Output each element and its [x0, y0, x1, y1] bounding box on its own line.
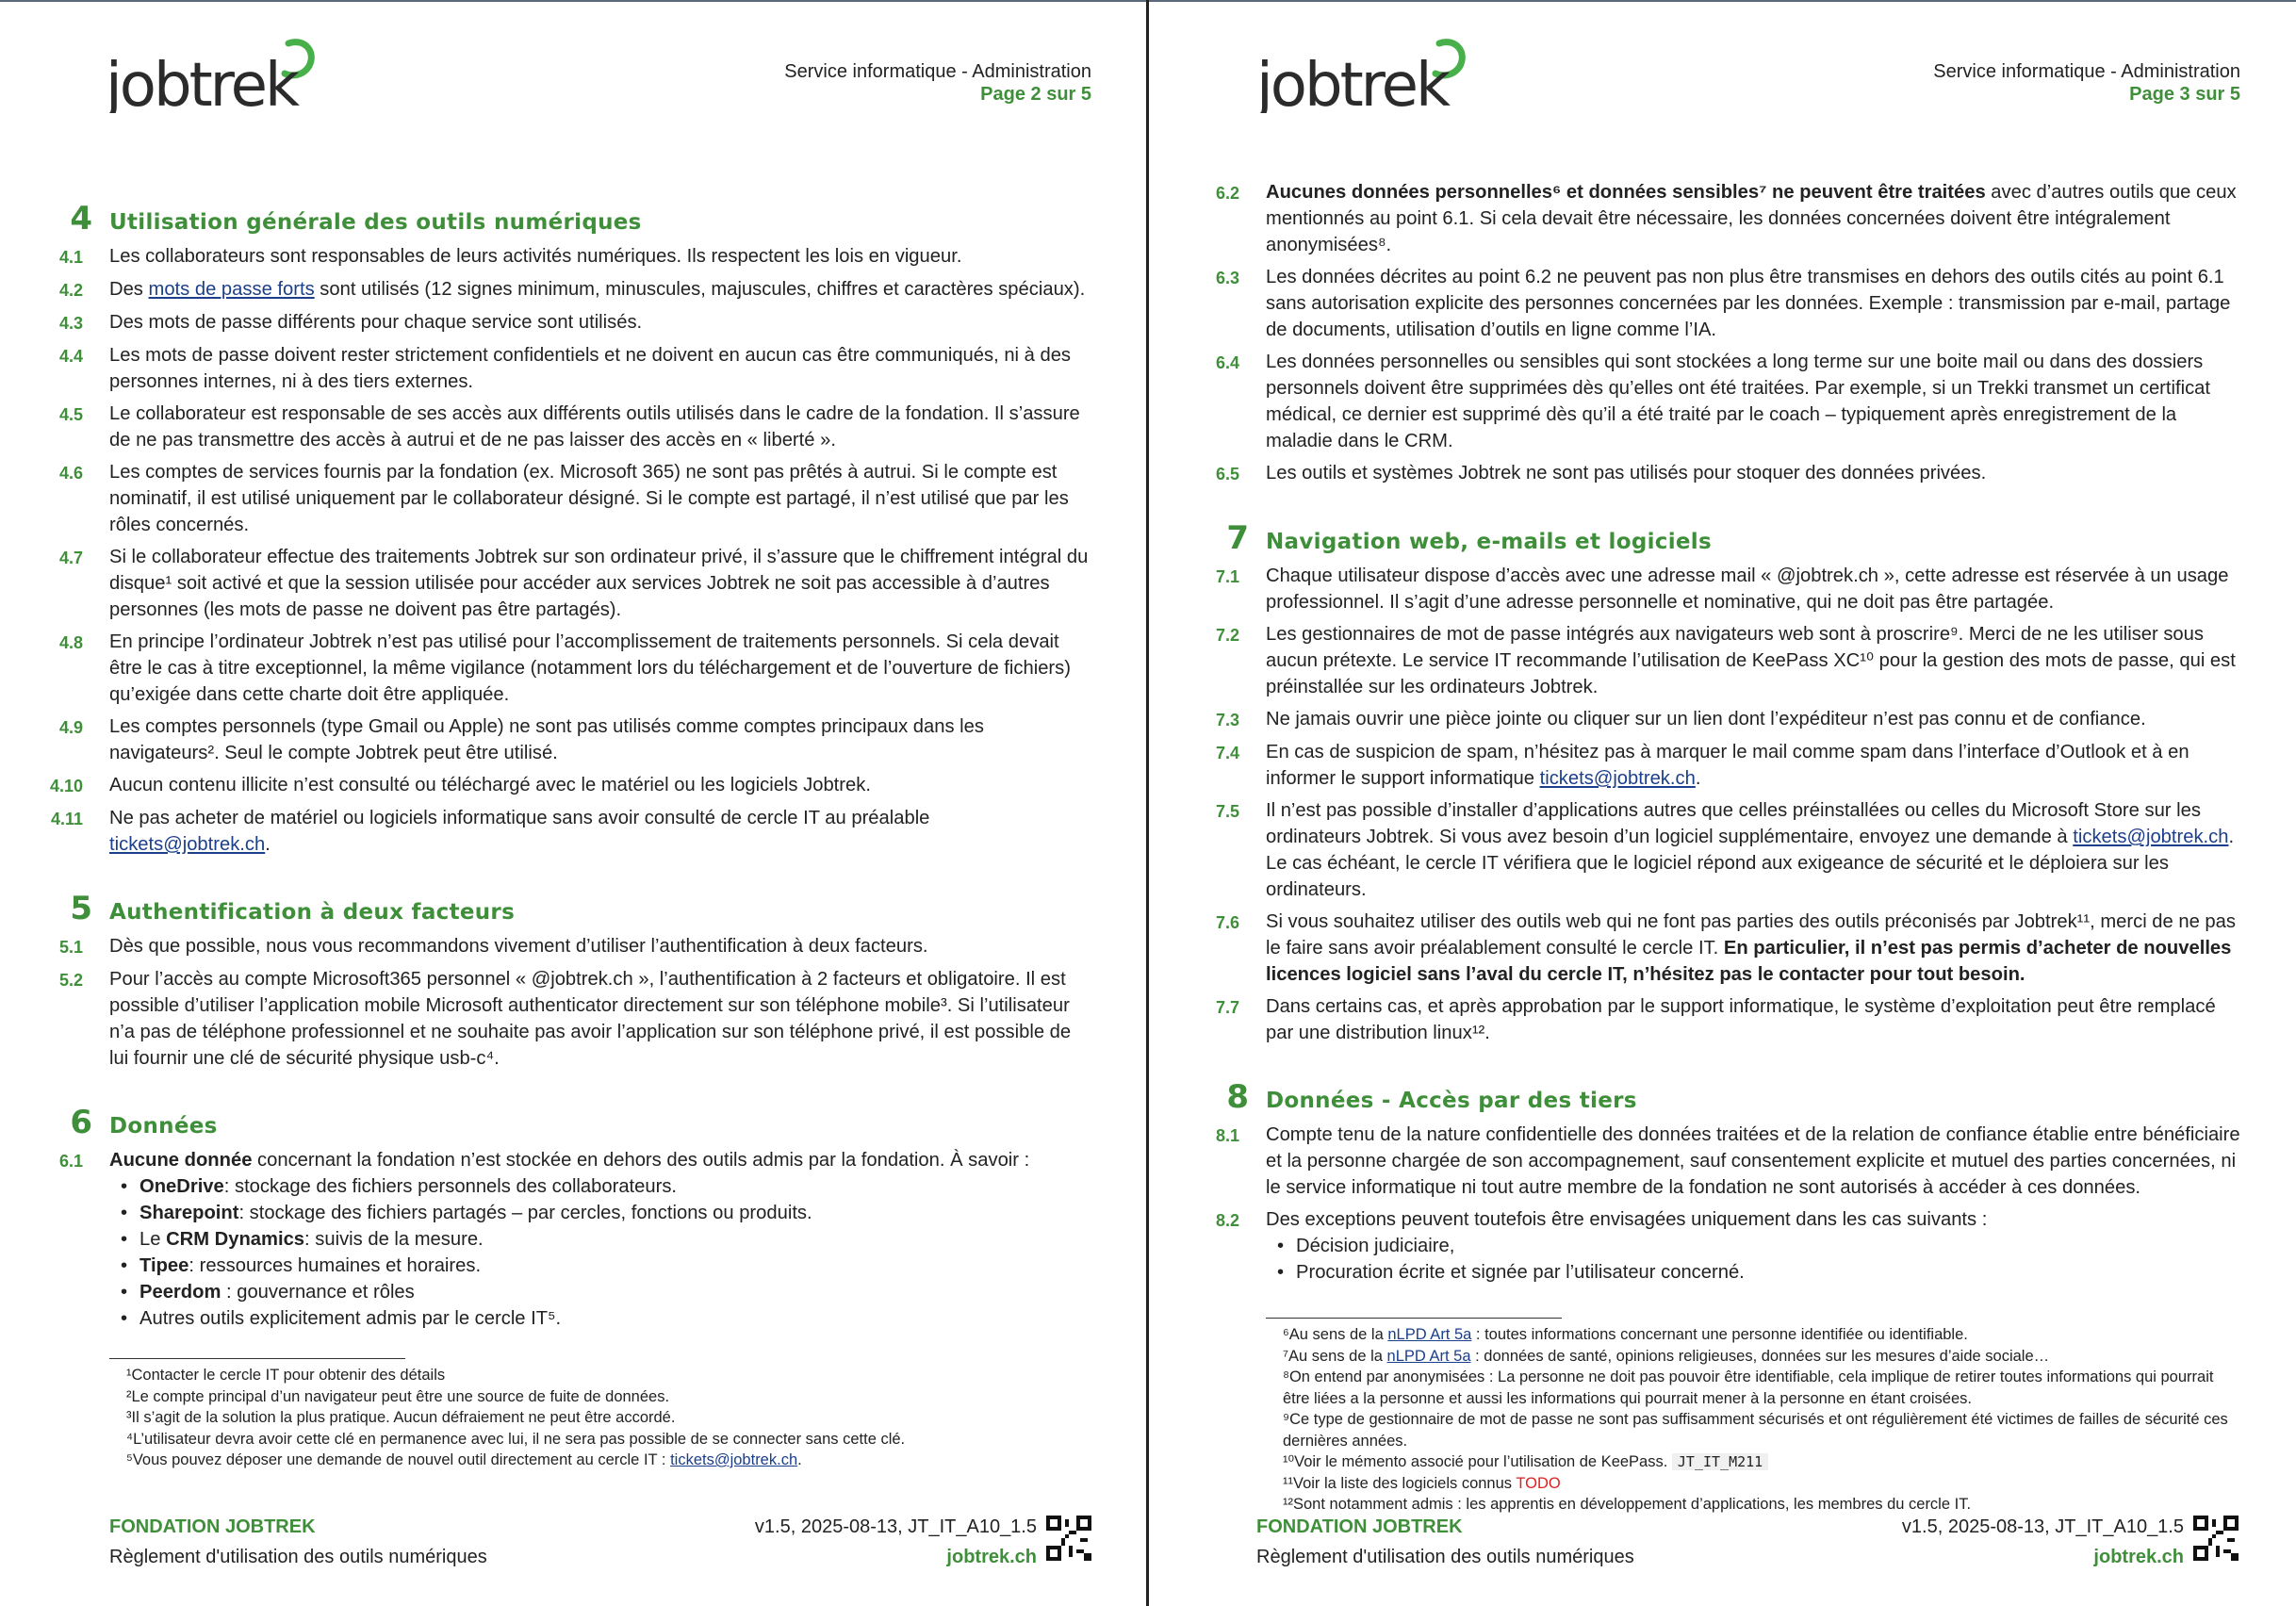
tickets-email-link[interactable]: tickets@jobtrek.ch	[670, 1451, 797, 1468]
list-item: 4.1 Les collaborateurs sont responsables …	[58, 246, 962, 267]
footnote: ⁵Vous pouvez déposer une demande de nouv…	[126, 1451, 802, 1468]
list-item: 5.2 Pour l’accès au compte Microsoft365 p…	[58, 969, 1072, 1069]
tools-list: OneDrive: stockage des fichiers personne…	[109, 1173, 1091, 1332]
page-number: Page 3 sur 5	[2129, 84, 2240, 105]
list-item: 7.4 En cas de suspicion de spam, n’hésite…	[1215, 742, 2189, 789]
footnote: ⁸On entend par anonymisées : La personne…	[1283, 1368, 2214, 1407]
list-item: 5.1 Dès que possible, nous vous recommand…	[58, 936, 928, 957]
list-item: 4.3 Des mots de passe différents pour cha…	[58, 312, 643, 333]
section-heading: 5 Authentification à deux facteurs	[70, 890, 516, 927]
footnotes: ¹Contacter le cercle IT pour obtenir des…	[109, 1358, 1091, 1471]
list-item: 7.5 Il n’est pas possible d’installer d’a…	[1215, 800, 2235, 900]
footnote: ³Il s’agit de la solution la plus pratiq…	[126, 1409, 676, 1426]
list-item: 4.10 Aucun contenu illicite n’est consult…	[49, 775, 871, 795]
list-item: 4.11 Ne pas acheter de matériel ou logici…	[50, 808, 930, 855]
list-item: 4.6 Les comptes de services fournis par l…	[58, 462, 1069, 535]
list-item: 4.7 Si le collaborateur effectue des trai…	[58, 547, 1089, 620]
list-item: 6.2 Aucunes données personnelles⁶ et donn…	[1215, 182, 2237, 255]
bullet-item: Procuration écrite et signée par l’utili…	[1275, 1259, 2243, 1286]
section-heading: 4 Utilisation générale des outils numéri…	[70, 200, 642, 238]
footer-version: v1.5, 2025-08-13, JT_IT_A10_1.5	[754, 1516, 1037, 1537]
list-item: 7.7 Dans certains cas, et après approbati…	[1215, 996, 2216, 1043]
service-label: Service informatique - Administration	[1933, 61, 2240, 82]
footnote: ¹⁰Voir le mémento associé pour l’utilisa…	[1266, 1451, 2243, 1473]
footnote-separator	[1266, 1318, 1562, 1319]
jobtrek-logo: jobtrek	[1255, 39, 1466, 113]
page-3-content: 6.2 Aucunes données personnelles⁶ et donn…	[1202, 173, 2243, 1516]
list-item: 7.2 Les gestionnaires de mot de passe int…	[1215, 624, 2236, 697]
footnote: ²Le compte principal d’un navigateur peu…	[126, 1387, 670, 1405]
page-header: Service informatique - Administration Pa…	[1933, 60, 2240, 106]
nlpd-link[interactable]: nLPD Art 5a	[1387, 1348, 1471, 1365]
list-item: 7.1 Chaque utilisateur dispose d’accès av…	[1215, 565, 2229, 613]
bullet-item: Tipee: ressources humaines et horaires.	[119, 1253, 1091, 1279]
bullet-item: OneDrive: stockage des fichiers personne…	[119, 1173, 1091, 1200]
page-header: Service informatique - Administration Pa…	[784, 60, 1091, 106]
svg-text:jobtrek: jobtrek	[1255, 51, 1451, 113]
tickets-email-link[interactable]: tickets@jobtrek.ch	[109, 834, 265, 855]
list-item: 4.2 Des mots de passe forts sont utilisés…	[58, 279, 1086, 300]
list-item: 7.6 Si vous souhaitez utiliser des outils…	[1215, 911, 2236, 985]
todo-marker: TODO	[1516, 1474, 1561, 1492]
tickets-email-link[interactable]: tickets@jobtrek.ch	[1540, 768, 1696, 789]
service-label: Service informatique - Administration	[784, 61, 1091, 82]
bullet-item: Le CRM Dynamics: suivis de la mesure.	[119, 1226, 1091, 1253]
document-page-3: jobtrek Service informatique - Administr…	[1149, 0, 2295, 1606]
page-number: Page 2 sur 5	[980, 84, 1091, 105]
list-item: 7.3 Ne jamais ouvrir une pièce jointe ou …	[1215, 709, 2146, 729]
document-page-2: jobtrek Service informatique - Administr…	[0, 0, 1146, 1606]
qr-code-icon	[2193, 1516, 2239, 1561]
footnote: ⁹Ce type de gestionnaire de mot de passe…	[1283, 1411, 2228, 1450]
list-item: 8.2 Des exceptions peuvent toutefois être…	[1202, 1206, 2243, 1286]
list-item: 6.4 Les données personnelles ou sensibles…	[1215, 352, 2211, 451]
page-2-content: 4 Utilisation générale des outils numéri…	[45, 172, 1091, 1471]
footnote: ⁶Au sens de la nLPD Art 5a : toutes info…	[1283, 1326, 1968, 1343]
footnote: ⁴L’utilisateur devra avoir cette clé en …	[126, 1430, 906, 1448]
bullet-item: Peerdom : gouvernance et rôles	[119, 1279, 1091, 1305]
svg-text:jobtrek: jobtrek	[104, 51, 300, 113]
qr-code-icon	[1046, 1516, 1091, 1561]
list-item: 6.3 Les données décrites au point 6.2 ne …	[1215, 267, 2231, 340]
bullet-item: Sharepoint: stockage des fichiers partag…	[119, 1200, 1091, 1226]
bullet-item: Autres outils explicitement admis par le…	[119, 1305, 1091, 1332]
nlpd-link[interactable]: nLPD Art 5a	[1387, 1326, 1471, 1343]
footnote: ⁷Au sens de la nLPD Art 5a : données de …	[1283, 1347, 2050, 1365]
footnote: ¹¹Voir la liste des logiciels connus TOD…	[1283, 1474, 1561, 1492]
bullet-item: Décision judiciaire,	[1275, 1233, 2243, 1259]
code-reference: JT_IT_M211	[1671, 1453, 1769, 1470]
list-item: 4.8 En principe l’ordinateur Jobtrek n’es…	[58, 631, 1071, 705]
tickets-email-link[interactable]: tickets@jobtrek.ch	[2073, 827, 2228, 847]
footnote-separator	[109, 1358, 405, 1359]
list-item: 4.5 Le collaborateur est responsable de s…	[58, 403, 1080, 451]
section-heading: 8 Données - Accès par des tiers	[1226, 1078, 1637, 1116]
list-item: 6.5 Les outils et systèmes Jobtrek ne son…	[1215, 463, 1987, 483]
page-footer: FONDATION JOBTREK Règlement d'utilisatio…	[1256, 1512, 2239, 1572]
jobtrek-logo: jobtrek	[104, 39, 315, 113]
list-item: 8.1 Compte tenu de la nature confidentiel…	[1215, 1124, 2240, 1198]
list-item: 4.9 Les comptes personnels (type Gmail ou…	[58, 716, 984, 763]
section-heading: 7 Navigation web, e-mails et logiciels	[1226, 519, 1712, 557]
footer-website[interactable]: jobtrek.ch	[1902, 1542, 2184, 1572]
section-heading: 6 Données	[70, 1104, 218, 1141]
page-footer: FONDATION JOBTREK Règlement d'utilisatio…	[109, 1512, 1091, 1572]
footnote: ¹Contacter le cercle IT pour obtenir des…	[126, 1367, 446, 1384]
footnotes: ⁶Au sens de la nLPD Art 5a : toutes info…	[1266, 1318, 2243, 1516]
exceptions-list: Décision judiciaire, Procuration écrite …	[1266, 1233, 2243, 1286]
list-item: 6.1 Aucune donnée concernant la fondation…	[45, 1147, 1091, 1332]
strong-passwords-link[interactable]: mots de passe forts	[149, 279, 315, 300]
footer-version: v1.5, 2025-08-13, JT_IT_A10_1.5	[1901, 1516, 2184, 1537]
footer-website[interactable]: jobtrek.ch	[755, 1542, 1037, 1572]
list-item: 4.4 Les mots de passe doivent rester stri…	[58, 345, 1072, 392]
